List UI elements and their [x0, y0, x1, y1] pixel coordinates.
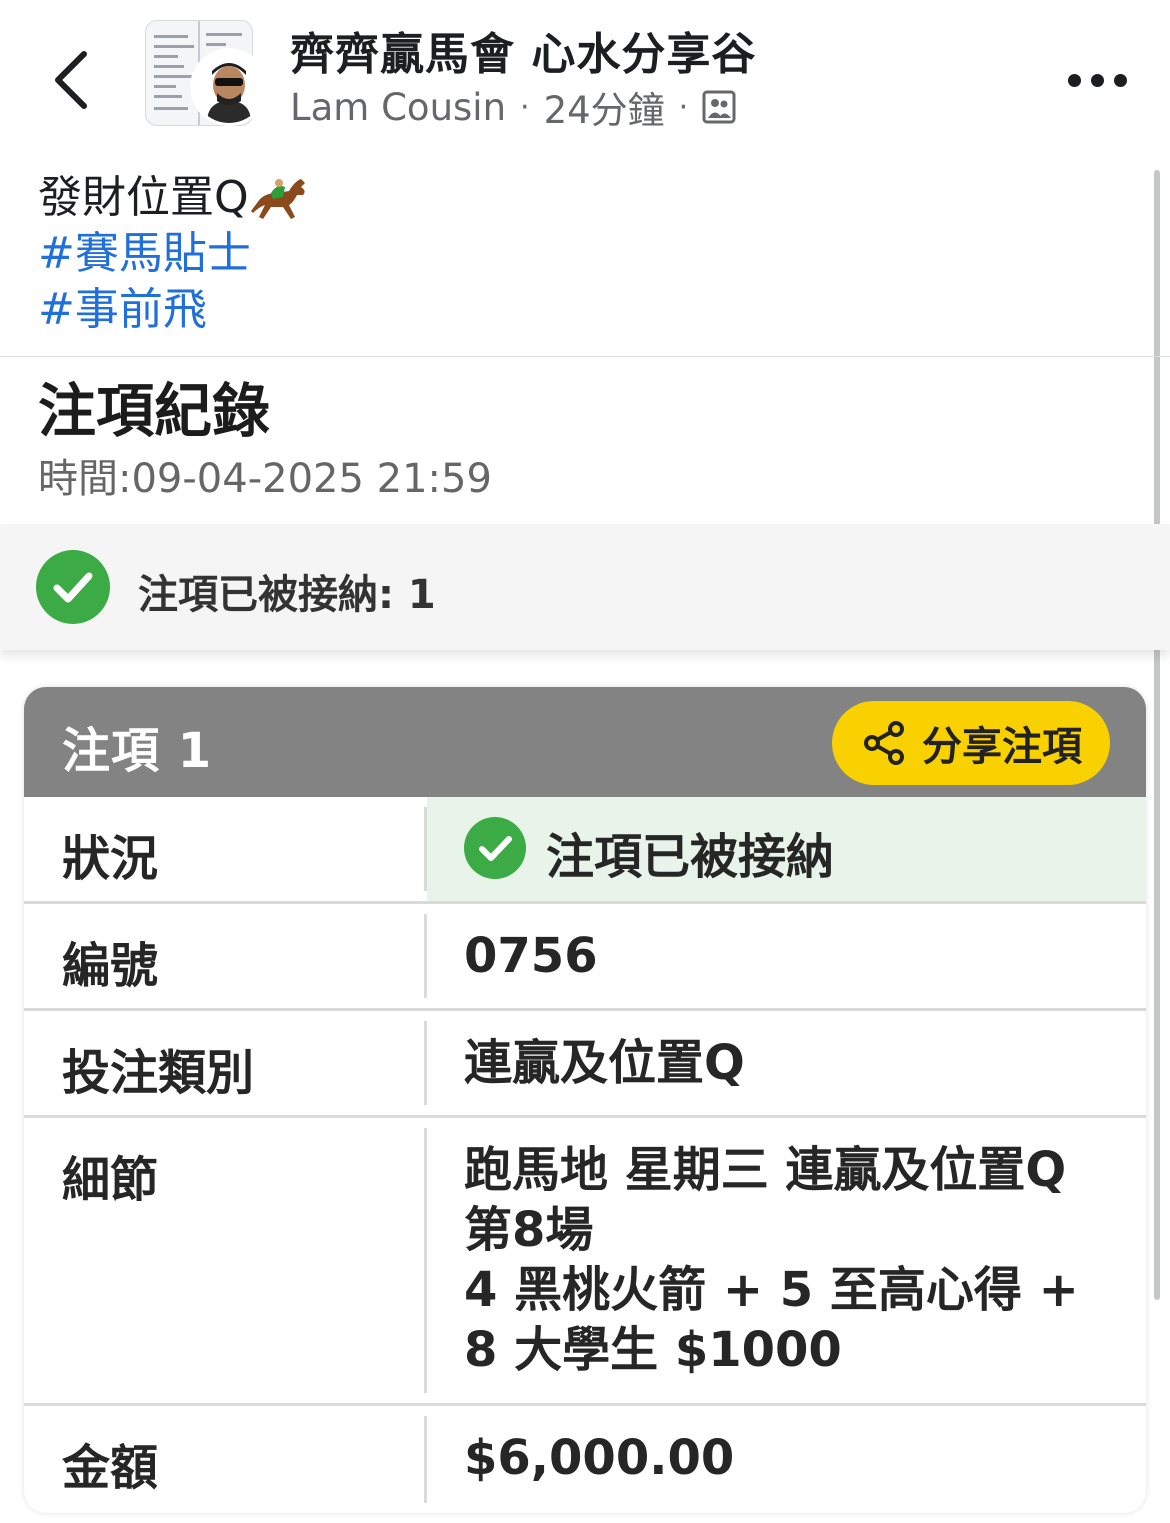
status-label: 狀況	[62, 831, 159, 887]
horse-racing-emoji	[250, 179, 305, 219]
record-time: 時間:09-04-2025 21:59	[38, 456, 492, 502]
detail-label: 細節	[62, 1152, 159, 1208]
caption-text: 發財位置Q	[38, 172, 249, 223]
id-label: 編號	[62, 938, 159, 994]
chevron-left-icon	[55, 51, 87, 109]
scrollbar[interactable]	[1154, 170, 1160, 1300]
more-options-button[interactable]	[1068, 66, 1128, 94]
more-dots-icon	[1068, 73, 1081, 87]
accepted-summary-banner: 注項已被接納: 1	[0, 524, 1170, 650]
meta-separator: ·	[520, 89, 530, 125]
detail-line: 8 大學生 $1000	[464, 1322, 842, 1378]
bet-id-row: 編號 0756	[24, 904, 1146, 1011]
group-name[interactable]: 齊齊贏馬會 心水分享谷	[290, 18, 756, 82]
bet-card-header: 注項 1 分享注項	[24, 687, 1146, 797]
share-bet-label: 分享注項	[922, 724, 1082, 770]
bet-amount-row: 金額 $6,000.00	[24, 1406, 1146, 1513]
post-header: 齊齊贏馬會 心水分享谷 Lam Cousin · 24分鐘 ·	[0, 0, 1170, 150]
post-time[interactable]: 24分鐘	[544, 80, 665, 134]
detail-line: 第8場	[464, 1202, 594, 1258]
accepted-summary-text: 注項已被接納: 1	[138, 572, 436, 618]
post-meta: Lam Cousin · 24分鐘 ·	[290, 80, 736, 134]
status-value: 注項已被接納	[546, 829, 835, 885]
row-divider	[424, 1416, 427, 1503]
id-value: 0756	[464, 928, 598, 984]
section-divider	[0, 356, 1170, 357]
bet-type-row: 投注類別 連贏及位置Q	[24, 1011, 1146, 1118]
check-circle-icon	[464, 817, 526, 879]
bet-detail-row: 細節 跑馬地 星期三 連贏及位置Q 第8場 4 黑桃火箭 + 5 至高心得 + …	[24, 1118, 1146, 1406]
share-bet-button[interactable]: 分享注項	[832, 701, 1110, 785]
post-body: 發財位置Q #賽馬貼士 #事前飛	[38, 170, 311, 338]
row-divider	[424, 1128, 427, 1393]
author-avatar[interactable]	[190, 48, 268, 126]
detail-line: 跑馬地 星期三 連贏及位置Q	[464, 1142, 1067, 1198]
bet-card-title: 注項 1	[62, 723, 213, 779]
amount-value: $6,000.00	[464, 1430, 735, 1486]
back-button[interactable]	[48, 48, 98, 112]
check-circle-icon	[36, 550, 110, 624]
hashtag-link[interactable]: #事前飛	[38, 282, 311, 338]
bet-card: 注項 1 分享注項 狀況 注項已被接納 編號 0756 投注類別 連贏及位置Q …	[24, 687, 1146, 1513]
type-label: 投注類別	[62, 1045, 255, 1101]
group-audience-icon	[702, 90, 736, 124]
meta-separator: ·	[678, 89, 689, 125]
hashtag-link[interactable]: #賽馬貼士	[38, 226, 311, 282]
avatar-icon	[193, 51, 265, 123]
author-name[interactable]: Lam Cousin	[290, 86, 506, 129]
row-divider	[424, 914, 427, 998]
detail-line: 4 黑桃火箭 + 5 至高心得 +	[464, 1262, 1079, 1318]
record-title: 注項紀錄	[38, 377, 271, 445]
amount-label: 金額	[62, 1440, 159, 1496]
post-caption: 發財位置Q	[38, 170, 311, 226]
share-icon	[864, 721, 904, 765]
detail-value: 跑馬地 星期三 連贏及位置Q 第8場 4 黑桃火箭 + 5 至高心得 + 8 大…	[464, 1140, 1079, 1380]
row-divider	[424, 1021, 427, 1105]
type-value: 連贏及位置Q	[464, 1035, 745, 1091]
bet-status-row: 狀況 注項已被接納	[24, 797, 1146, 904]
